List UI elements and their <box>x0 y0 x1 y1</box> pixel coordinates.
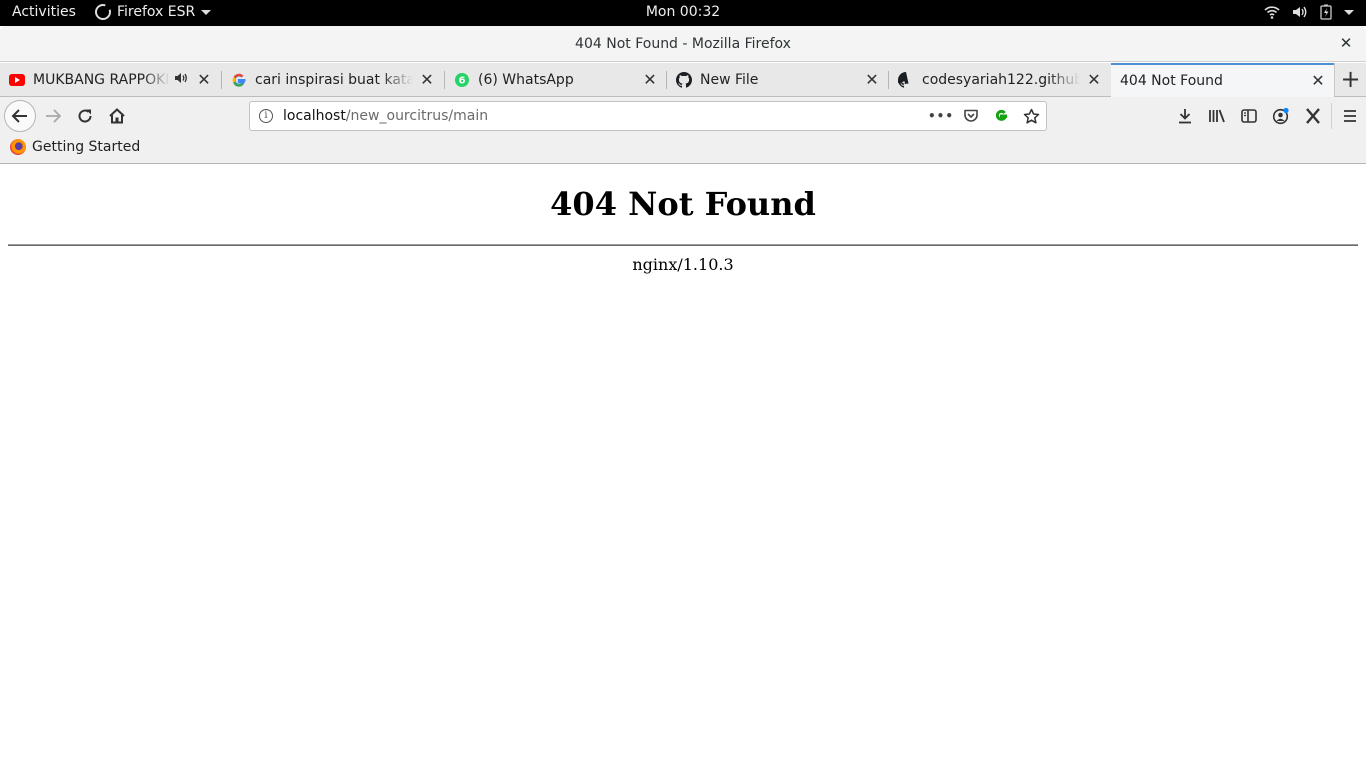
extension-x-icon[interactable] <box>1297 101 1329 131</box>
tab-close-button[interactable]: ✕ <box>642 71 658 88</box>
tab-whatsapp[interactable]: 6 (6) WhatsApp ✕ <box>445 63 666 96</box>
app-menu-button[interactable]: Firefox ESR <box>95 3 212 20</box>
tab-title: cari inspirasi buat kata kata <box>255 71 413 88</box>
bookmark-getting-started[interactable]: Getting Started <box>10 139 140 155</box>
reload-icon <box>78 109 92 123</box>
library-icon[interactable] <box>1201 101 1233 131</box>
window-title-bar: 404 Not Found - Mozilla Firefox ✕ <box>0 26 1366 62</box>
youtube-icon <box>9 72 25 88</box>
window-close-button[interactable]: ✕ <box>1338 35 1354 51</box>
tab-title: codesyariah122.github.io/ <box>922 71 1080 88</box>
clock[interactable]: Mon 00:32 <box>646 4 720 20</box>
menu-icon[interactable] <box>1334 101 1366 131</box>
tab-close-button[interactable]: ✕ <box>1310 73 1326 89</box>
window-title: 404 Not Found - Mozilla Firefox <box>575 36 791 52</box>
home-button[interactable] <box>102 101 132 131</box>
tab-close-button[interactable]: ✕ <box>419 71 435 88</box>
tab-github-new-file[interactable]: New File ✕ <box>667 63 888 96</box>
system-top-bar: Activities Firefox ESR Mon 00:32 <box>0 0 1366 26</box>
home-icon <box>109 108 125 124</box>
tab-google[interactable]: cari inspirasi buat kata kata ✕ <box>222 63 443 96</box>
tab-close-button[interactable]: ✕ <box>1086 71 1102 88</box>
site-info-icon[interactable]: i <box>259 109 273 123</box>
toolbar-separator <box>1331 103 1332 129</box>
whatsapp-badge: 6 <box>459 75 466 86</box>
url-host: localhost <box>283 108 346 124</box>
account-icon[interactable] <box>1265 101 1297 131</box>
github-icon <box>898 71 914 88</box>
toolbar-right <box>1169 101 1366 131</box>
tab-title: MUKBANG RAPPOKI MUKBANG <box>33 71 170 88</box>
system-menu-caret-icon <box>1344 9 1354 15</box>
tab-github-codesyariah[interactable]: codesyariah122.github.io/ ✕ <box>889 63 1110 96</box>
chevron-down-icon <box>201 9 212 15</box>
tab-404-active[interactable]: 404 Not Found ✕ <box>1111 63 1334 97</box>
tab-title: 404 Not Found <box>1120 73 1223 89</box>
battery-charging-icon <box>1320 4 1332 20</box>
navigation-toolbar: i localhost/new_ourcitrus/main ••• <box>0 97 1366 135</box>
new-tab-button[interactable]: + <box>1334 63 1366 96</box>
page-heading: 404 Not Found <box>550 185 816 223</box>
whatsapp-icon: 6 <box>454 72 470 88</box>
forward-button[interactable] <box>38 101 68 131</box>
app-menu-label: Firefox ESR <box>117 4 196 20</box>
server-signature: nginx/1.10.3 <box>632 255 734 274</box>
tab-strip: MUKBANG RAPPOKI MUKBANG ✕ cari inspirasi… <box>0 63 1366 97</box>
reload-button[interactable] <box>70 101 100 131</box>
bookmark-label: Getting Started <box>32 139 141 155</box>
url-bar[interactable]: i localhost/new_ourcitrus/main ••• <box>249 101 1047 131</box>
wifi-icon <box>1264 5 1280 19</box>
sidebar-icon[interactable] <box>1233 101 1265 131</box>
firefox-icon <box>95 3 112 20</box>
page-actions-button[interactable]: ••• <box>928 107 953 125</box>
volume-icon <box>1292 5 1308 19</box>
url-input[interactable]: localhost/new_ourcitrus/main <box>283 108 932 124</box>
activities-button[interactable]: Activities <box>12 4 76 20</box>
forward-arrow-icon <box>46 109 62 123</box>
tab-close-button[interactable]: ✕ <box>864 71 880 88</box>
back-button[interactable] <box>4 100 36 132</box>
pocket-icon[interactable] <box>962 107 980 125</box>
tab-title: (6) WhatsApp <box>478 71 574 88</box>
download-icon[interactable] <box>1169 101 1201 131</box>
back-arrow-icon <box>11 109 27 123</box>
page-content: 404 Not Found nginx/1.10.3 <box>0 164 1366 768</box>
tab-youtube[interactable]: MUKBANG RAPPOKI MUKBANG ✕ <box>0 63 220 96</box>
tab-title: New File <box>700 71 759 88</box>
google-icon <box>231 72 247 88</box>
bookmark-star-icon[interactable] <box>1022 107 1040 125</box>
tab-close-button[interactable]: ✕ <box>196 71 212 88</box>
tab-audio-playing-icon[interactable] <box>174 71 190 89</box>
bookmarks-toolbar: Getting Started <box>0 135 1366 164</box>
grammarly-icon[interactable] <box>992 107 1010 125</box>
system-tray[interactable] <box>1264 4 1354 20</box>
url-path: /new_ourcitrus/main <box>345 108 489 124</box>
firefox-icon <box>10 139 26 155</box>
github-icon <box>676 71 692 88</box>
horizontal-rule <box>8 244 1358 246</box>
